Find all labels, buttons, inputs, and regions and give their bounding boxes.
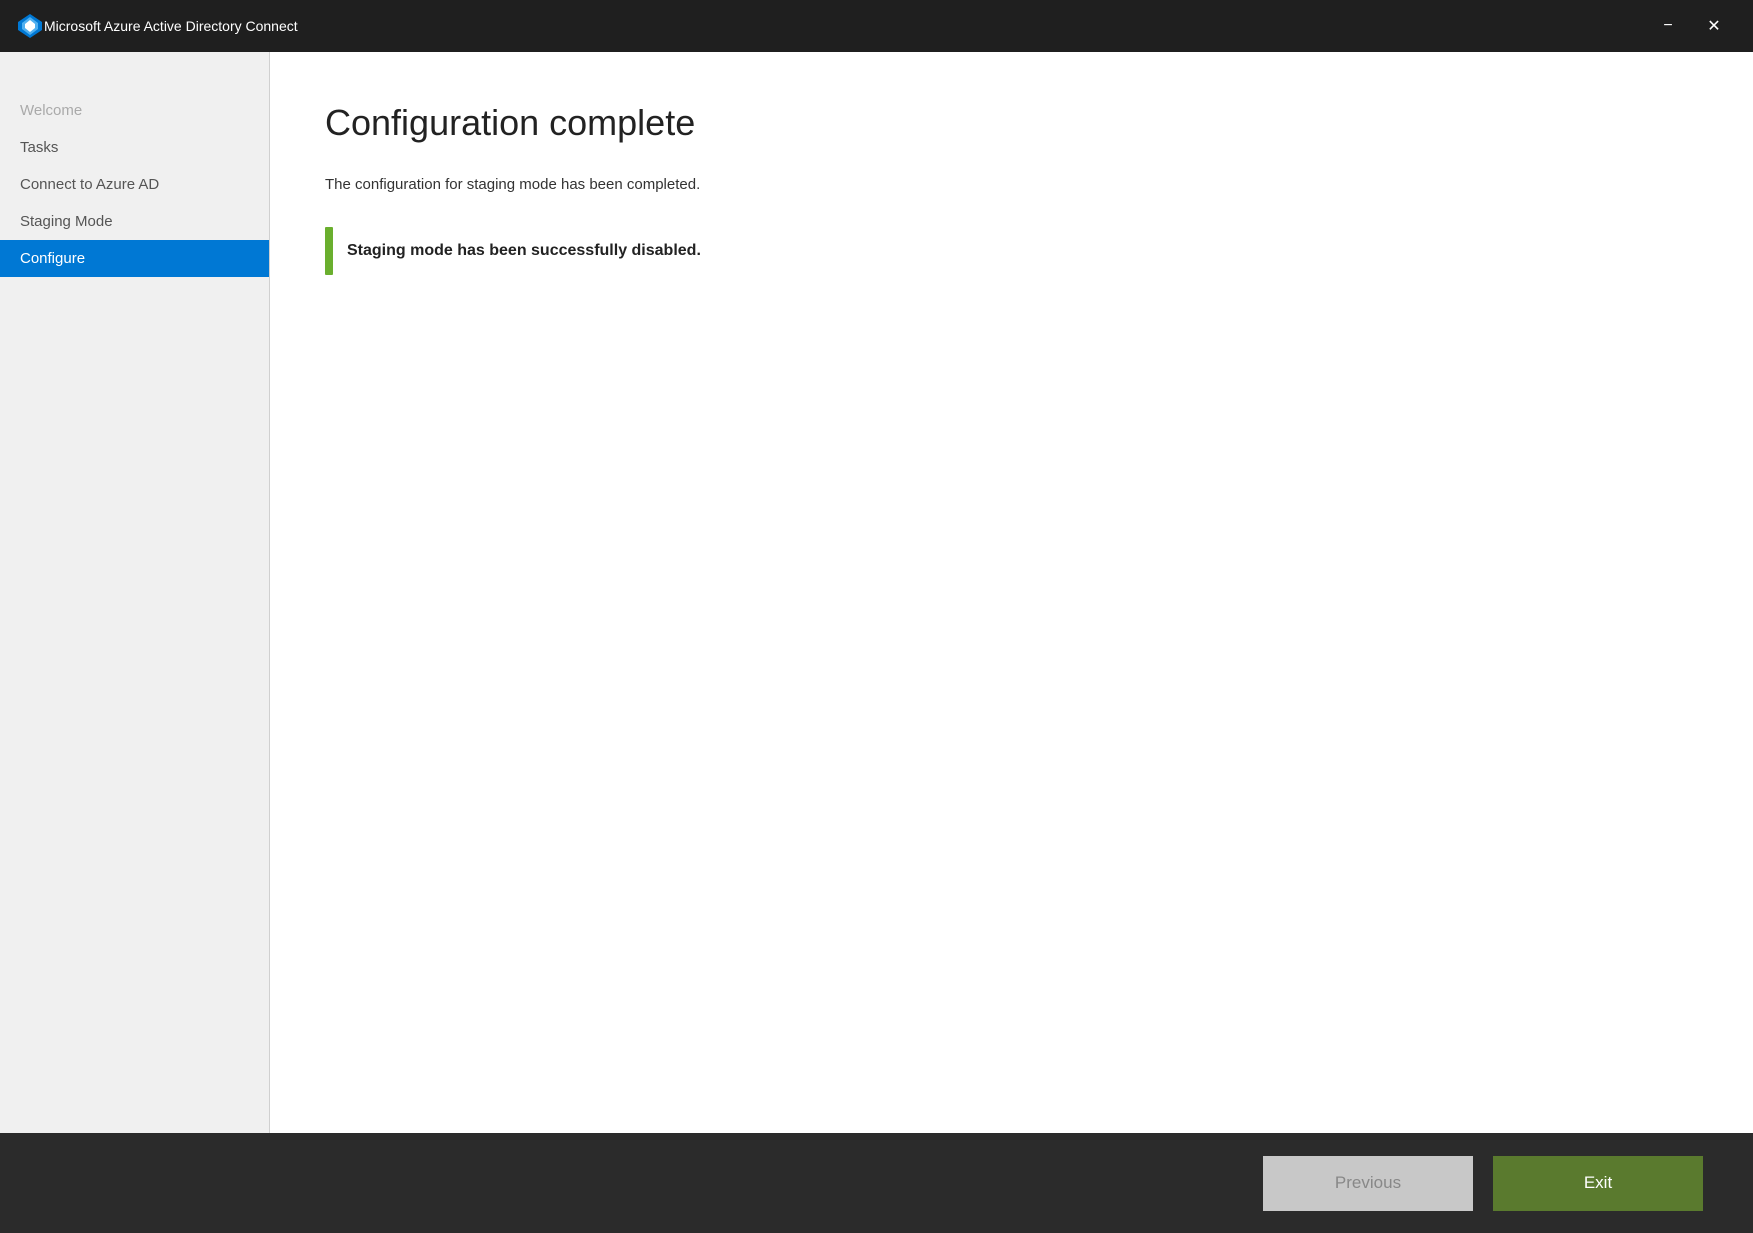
sidebar-item-welcome: Welcome [0,92,269,129]
exit-button[interactable]: Exit [1493,1156,1703,1211]
window-controls: − ✕ [1645,10,1737,42]
close-button[interactable]: ✕ [1691,10,1737,42]
sidebar: Welcome Tasks Connect to Azure AD Stagin… [0,52,270,1133]
content-area: Welcome Tasks Connect to Azure AD Stagin… [0,52,1753,1133]
page-title: Configuration complete [325,102,1698,144]
sidebar-item-tasks[interactable]: Tasks [0,129,269,166]
title-bar: Microsoft Azure Active Directory Connect… [0,0,1753,52]
app-title: Microsoft Azure Active Directory Connect [44,18,1645,34]
window-body: Welcome Tasks Connect to Azure AD Stagin… [0,52,1753,1233]
page-description: The configuration for staging mode has b… [325,174,1698,197]
minimize-button[interactable]: − [1645,10,1691,42]
main-panel: Configuration complete The configuration… [270,52,1753,1133]
previous-button: Previous [1263,1156,1473,1211]
status-message: Staging mode has been successfully disab… [347,242,701,260]
status-indicator [325,227,333,275]
sidebar-item-staging-mode[interactable]: Staging Mode [0,203,269,240]
status-block: Staging mode has been successfully disab… [325,227,1698,275]
sidebar-item-connect-azure-ad[interactable]: Connect to Azure AD [0,166,269,203]
app-logo [16,12,44,40]
footer: Previous Exit [0,1133,1753,1233]
sidebar-item-configure[interactable]: Configure [0,240,269,277]
